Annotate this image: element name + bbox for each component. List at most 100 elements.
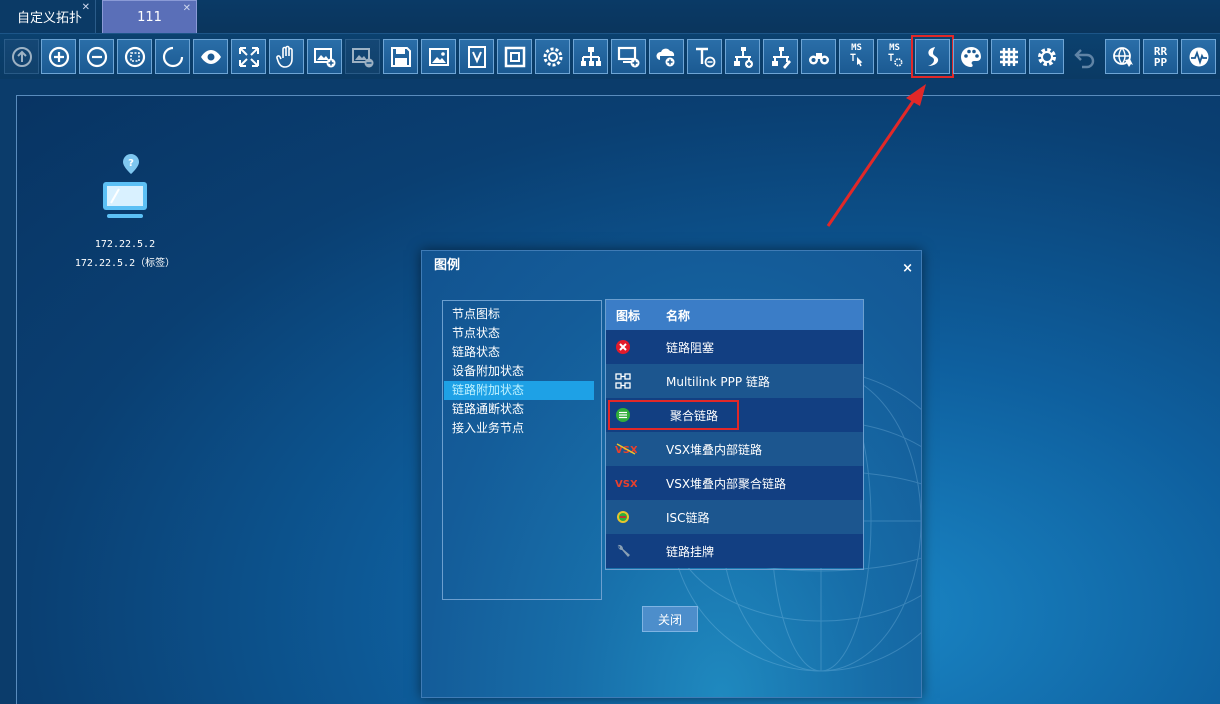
zoom-in-icon (48, 46, 69, 67)
link-edit-button[interactable] (763, 39, 798, 74)
fit-view-icon (124, 46, 145, 67)
node-tag-label: 172.22.5.2（标签） (74, 258, 176, 269)
palette-icon (960, 46, 981, 67)
computer-icon (103, 182, 147, 218)
refresh-icon (11, 46, 32, 67)
frame-icon (504, 46, 525, 67)
add-device-button[interactable] (611, 39, 646, 74)
select-icon (162, 46, 183, 67)
tab-label: 自定义拓扑 (17, 11, 83, 26)
view-v-button[interactable] (459, 39, 494, 74)
table-row[interactable]: 链路挂牌 (606, 534, 863, 568)
list-item[interactable]: 节点图标 (444, 305, 594, 324)
remove-image-button[interactable] (345, 39, 380, 74)
list-item[interactable]: 链路通断状态 (444, 400, 594, 419)
monitor-button[interactable] (1181, 39, 1216, 74)
refresh-button[interactable] (4, 39, 39, 74)
fullscreen-button[interactable] (231, 39, 266, 74)
table-header: 图标 名称 (606, 300, 863, 330)
row-name: ISC链路 (666, 510, 710, 525)
vsx-icon: VSX (615, 443, 637, 456)
row-name: VSX堆叠内部链路 (666, 442, 763, 457)
row-name: 链路挂牌 (666, 544, 715, 559)
legend-table: 图标 名称 链路阻塞 Multilink PPP 链路 聚合链路 VSX VSX… (605, 299, 864, 570)
image-icon (428, 47, 449, 66)
ms-label: MS (889, 43, 900, 53)
palette-button[interactable] (953, 39, 988, 74)
grid-button[interactable] (991, 39, 1026, 74)
rrpp-button[interactable]: RR PP (1143, 39, 1178, 74)
row-name: VSX堆叠内部聚合链路 (666, 476, 787, 491)
link-add-icon (733, 46, 753, 68)
hand-button[interactable] (269, 39, 304, 74)
ms-ti-button[interactable]: MS (839, 39, 874, 74)
add-device-icon (617, 46, 639, 67)
save-button[interactable] (383, 39, 418, 74)
zoom-in-button[interactable] (41, 39, 76, 74)
ms-t-icon (887, 53, 902, 67)
eye-button[interactable] (193, 39, 228, 74)
add-image-button[interactable] (307, 39, 342, 74)
close-icon[interactable]: ✕ (183, 3, 191, 14)
gear-frame-button[interactable] (535, 39, 570, 74)
monitor-icon (1189, 47, 1208, 66)
image-button[interactable] (421, 39, 456, 74)
select-button[interactable] (155, 39, 190, 74)
topology-icon (580, 46, 601, 66)
close-icon[interactable]: ✕ (82, 2, 90, 13)
zoom-out-button[interactable] (79, 39, 114, 74)
undo-icon (1073, 48, 1094, 68)
list-item[interactable]: 接入业务节点 (444, 419, 594, 438)
link-edit-icon (771, 46, 791, 69)
tab-111[interactable]: 111 ✕ (102, 0, 197, 33)
globe-filter-button[interactable] (1105, 39, 1140, 74)
table-row[interactable]: VSX VSX堆叠内部链路 (606, 432, 863, 466)
vsx-text-icon: VSX (615, 479, 637, 490)
close-icon[interactable]: × (902, 261, 913, 276)
tab-custom-topology[interactable]: 自定义拓扑 ✕ (0, 0, 96, 33)
vsx-icon-text: VSX (615, 479, 637, 490)
ms-ti-icon (849, 53, 862, 67)
legend-dialog: 图例 × 节点图标 节点状态 链路状态 设备附加状态 链路附加状态 链路通断状态… (421, 250, 922, 698)
legend-icon (927, 46, 938, 66)
table-row[interactable]: ISC链路 (606, 500, 863, 534)
list-item[interactable]: 设备附加状态 (444, 362, 594, 381)
save-icon (390, 46, 411, 67)
table-row[interactable]: VSX VSX堆叠内部聚合链路 (606, 466, 863, 500)
remove-image-icon (351, 47, 373, 67)
close-button[interactable]: 关闭 (642, 606, 698, 632)
text-button[interactable] (687, 39, 722, 74)
column-header-icon: 图标 (616, 308, 641, 323)
cloud-add-button[interactable] (649, 39, 684, 74)
tab-bar: 自定义拓扑 ✕ 111 ✕ (0, 0, 1220, 33)
table-row-highlighted[interactable]: 聚合链路 (606, 398, 863, 432)
toolbar: MS MS RR PP (0, 33, 1220, 79)
settings-button[interactable] (1029, 39, 1064, 74)
row-name: 聚合链路 (670, 408, 719, 423)
binoculars-icon (808, 52, 829, 64)
rrpp-label: RR PP (1153, 44, 1168, 69)
fit-view-button[interactable] (117, 39, 152, 74)
dialog-title: 图例 (434, 258, 461, 273)
frame-button[interactable] (497, 39, 532, 74)
add-image-icon (313, 47, 335, 67)
view-v-icon (467, 45, 486, 68)
hand-icon (275, 45, 293, 68)
link-add-button[interactable] (725, 39, 760, 74)
binoculars-button[interactable] (801, 39, 836, 74)
row-name: Multilink PPP 链路 (666, 374, 770, 389)
list-item[interactable]: 节点状态 (444, 324, 594, 343)
list-item-selected[interactable]: 链路附加状态 (444, 381, 594, 400)
table-row[interactable]: Multilink PPP 链路 (606, 364, 863, 398)
isc-icon (617, 511, 629, 523)
vsx-icon-text: VSX (615, 445, 637, 456)
node-ip-label: 172.22.5.2 (94, 239, 156, 250)
text-icon (695, 47, 715, 67)
legend-button[interactable] (911, 35, 954, 78)
undo-button[interactable] (1067, 39, 1102, 74)
wrench-icon (617, 544, 630, 557)
ms-t-button[interactable]: MS (877, 39, 912, 74)
list-item[interactable]: 链路状态 (444, 343, 594, 362)
topology-button[interactable] (573, 39, 608, 74)
table-row[interactable]: 链路阻塞 (606, 330, 863, 364)
